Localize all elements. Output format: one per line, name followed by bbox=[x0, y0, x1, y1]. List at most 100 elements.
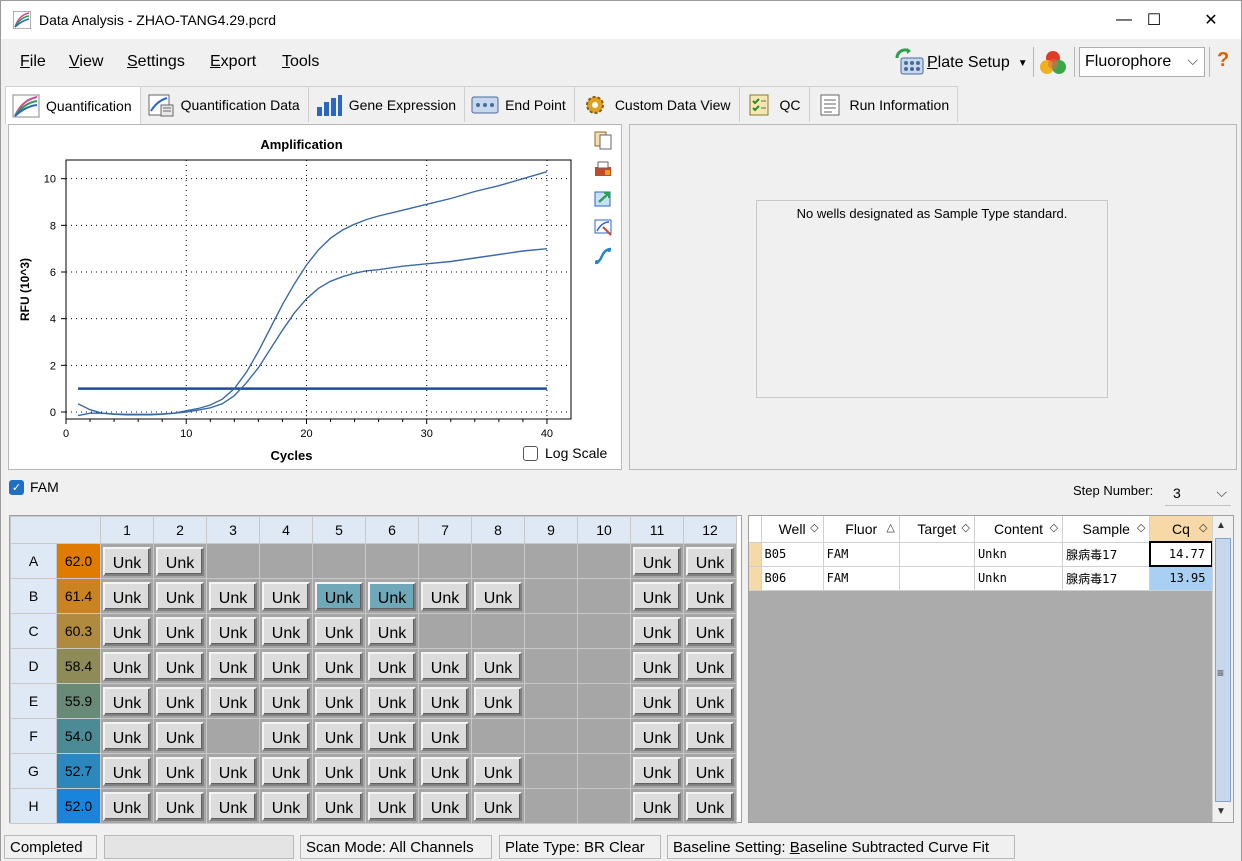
plate-well[interactable]: Unk bbox=[418, 753, 472, 789]
cell-content[interactable]: Unkn bbox=[974, 542, 1064, 567]
plate-well[interactable]: Unk bbox=[471, 578, 525, 614]
well-content-label[interactable]: Unk bbox=[156, 546, 204, 576]
plate-well[interactable]: Unk bbox=[153, 718, 207, 754]
well-content-label[interactable]: Unk bbox=[156, 581, 204, 611]
plate-row-header[interactable]: E bbox=[10, 683, 57, 719]
fam-checkbox[interactable]: ✓ FAM bbox=[9, 479, 59, 495]
tab-end-point[interactable]: End Point bbox=[464, 86, 575, 122]
table-row[interactable]: B06 FAM Unkn 腺病毒17 13.95 bbox=[749, 566, 1213, 591]
export-image-icon[interactable] bbox=[593, 189, 613, 209]
well-content-label[interactable]: Unk bbox=[421, 651, 469, 681]
plate-well[interactable] bbox=[524, 683, 578, 719]
plate-well[interactable]: Unk bbox=[365, 683, 419, 719]
plate-well[interactable] bbox=[471, 718, 525, 754]
plate-well[interactable]: Unk bbox=[312, 613, 366, 649]
plate-row-header[interactable]: C bbox=[10, 613, 57, 649]
cell-well[interactable]: B06 bbox=[761, 566, 824, 591]
well-content-label[interactable]: Unk bbox=[156, 686, 204, 716]
well-content-label[interactable]: Unk bbox=[315, 616, 363, 646]
well-content-label[interactable]: Unk bbox=[262, 581, 310, 611]
plate-well[interactable]: Unk bbox=[365, 613, 419, 649]
plate-column-header[interactable]: 5 bbox=[312, 516, 366, 544]
tab-run-information[interactable]: Run Information bbox=[808, 86, 959, 122]
plate-well[interactable] bbox=[577, 788, 631, 824]
plate-column-header[interactable]: 7 bbox=[418, 516, 472, 544]
sort-icon[interactable]: ◇ bbox=[1050, 521, 1058, 534]
tab-custom-data-view[interactable]: Custom Data View bbox=[573, 86, 740, 122]
plate-well[interactable]: Unk bbox=[630, 613, 684, 649]
well-content-label[interactable]: Unk bbox=[686, 581, 734, 611]
well-content-label[interactable]: Unk bbox=[686, 616, 734, 646]
plate-well[interactable]: Unk bbox=[100, 543, 154, 579]
plate-well[interactable]: Unk bbox=[259, 683, 313, 719]
plate-well[interactable]: Unk bbox=[471, 683, 525, 719]
plate-column-header[interactable]: 11 bbox=[630, 516, 684, 544]
plate-well[interactable]: Unk bbox=[418, 788, 472, 824]
well-content-label[interactable]: Unk bbox=[368, 756, 416, 786]
well-content-label[interactable]: Unk bbox=[103, 651, 151, 681]
plate-well[interactable]: Unk bbox=[365, 753, 419, 789]
well-content-label[interactable]: Unk bbox=[103, 721, 151, 751]
vertical-scrollbar[interactable]: ▲ ≡ ▼ bbox=[1212, 516, 1233, 822]
well-content-label[interactable]: Unk bbox=[315, 686, 363, 716]
copy-icon[interactable] bbox=[593, 130, 613, 150]
well-content-label[interactable]: Unk bbox=[262, 651, 310, 681]
plate-well[interactable]: Unk bbox=[153, 648, 207, 684]
plate-column-header[interactable]: 10 bbox=[577, 516, 631, 544]
well-content-label[interactable]: Unk bbox=[368, 616, 416, 646]
well-content-label[interactable]: Unk bbox=[156, 651, 204, 681]
well-content-label[interactable]: Unk bbox=[315, 756, 363, 786]
well-content-label[interactable]: Unk bbox=[686, 791, 734, 821]
plate-well[interactable]: Unk bbox=[153, 578, 207, 614]
menu-file[interactable]: File bbox=[20, 53, 46, 71]
sort-icon[interactable]: ◇ bbox=[1199, 521, 1207, 534]
curve-fit-icon[interactable] bbox=[593, 246, 613, 266]
well-content-label[interactable]: Unk bbox=[686, 651, 734, 681]
tab-quantification[interactable]: Quantification bbox=[5, 86, 141, 124]
well-groups-icon[interactable] bbox=[1037, 48, 1069, 78]
cell-fluor[interactable]: FAM bbox=[823, 542, 900, 567]
well-content-label[interactable]: Unk bbox=[421, 791, 469, 821]
tab-qc[interactable]: QC bbox=[738, 86, 810, 122]
cell-target[interactable] bbox=[899, 566, 975, 591]
help-button[interactable]: ? bbox=[1217, 49, 1229, 72]
column-header-fluor[interactable]: Fluor △ bbox=[823, 516, 900, 543]
plate-well[interactable]: Unk bbox=[471, 788, 525, 824]
well-content-label[interactable]: Unk bbox=[209, 616, 257, 646]
table-row[interactable]: B05 FAM Unkn 腺病毒17 14.77 bbox=[749, 541, 1214, 567]
plate-well[interactable]: Unk bbox=[683, 718, 737, 754]
plate-well[interactable] bbox=[577, 753, 631, 789]
well-content-label[interactable]: Unk bbox=[103, 581, 151, 611]
plate-well[interactable]: Unk bbox=[100, 753, 154, 789]
plate-column-header[interactable]: 6 bbox=[365, 516, 419, 544]
plate-well[interactable] bbox=[206, 543, 260, 579]
plate-well[interactable]: Unk bbox=[206, 648, 260, 684]
well-content-label[interactable]: Unk bbox=[686, 686, 734, 716]
well-content-label[interactable]: Unk bbox=[633, 581, 681, 611]
sort-icon[interactable]: ◇ bbox=[810, 521, 818, 534]
menu-tools[interactable]: Tools bbox=[282, 53, 319, 71]
plate-well[interactable]: Unk bbox=[471, 648, 525, 684]
well-content-label[interactable]: Unk bbox=[633, 616, 681, 646]
plate-well[interactable]: Unk bbox=[365, 648, 419, 684]
well-content-label[interactable]: Unk bbox=[368, 581, 416, 611]
plate-well[interactable]: Unk bbox=[683, 683, 737, 719]
plate-well[interactable] bbox=[577, 718, 631, 754]
plate-well[interactable]: Unk bbox=[153, 788, 207, 824]
plate-well[interactable] bbox=[206, 718, 260, 754]
cell-sample[interactable]: 腺病毒17 bbox=[1062, 566, 1151, 591]
plate-well[interactable]: Unk bbox=[683, 613, 737, 649]
plate-well[interactable] bbox=[418, 543, 472, 579]
plate-well[interactable]: Unk bbox=[683, 753, 737, 789]
plate-well[interactable]: Unk bbox=[630, 753, 684, 789]
plate-well[interactable]: Unk bbox=[153, 753, 207, 789]
plate-well[interactable]: Unk bbox=[630, 718, 684, 754]
well-content-label[interactable]: Unk bbox=[103, 546, 151, 576]
plate-well[interactable]: Unk bbox=[683, 578, 737, 614]
plate-column-header[interactable]: 1 bbox=[100, 516, 154, 544]
scroll-up-icon[interactable]: ▲ bbox=[1216, 520, 1226, 531]
well-content-label[interactable]: Unk bbox=[474, 686, 522, 716]
well-content-label[interactable]: Unk bbox=[368, 791, 416, 821]
plate-column-header[interactable]: 3 bbox=[206, 516, 260, 544]
plate-well[interactable]: Unk bbox=[683, 788, 737, 824]
